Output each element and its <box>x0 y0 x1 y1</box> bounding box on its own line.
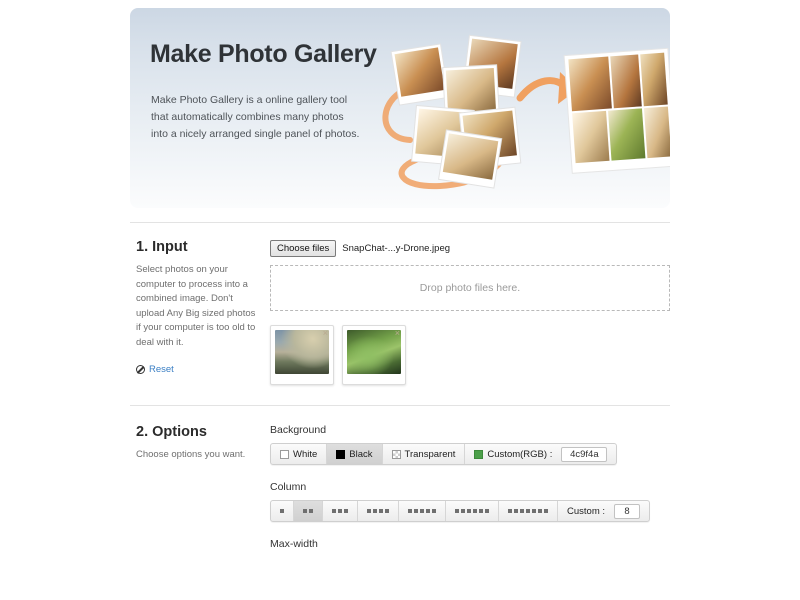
background-button-group: White Black Transparent Custom(RGB): 4c… <box>270 443 618 465</box>
background-option-white[interactable]: White <box>271 444 328 464</box>
background-option-white-label: White <box>293 448 318 460</box>
drop-zone[interactable]: Drop photo files here. <box>270 265 670 311</box>
column-option-7[interactable] <box>499 501 558 521</box>
drop-zone-text: Drop photo files here. <box>419 282 521 294</box>
column-option-3[interactable] <box>323 501 358 521</box>
column-option-2[interactable] <box>294 501 323 521</box>
background-option-custom[interactable]: Custom(RGB) : <box>465 444 616 464</box>
thumbnail-image <box>275 330 329 374</box>
reset-label: Reset <box>149 364 174 375</box>
column-option-custom[interactable]: Custom : <box>558 501 649 521</box>
column-option-5[interactable] <box>399 501 446 521</box>
black-swatch-icon <box>336 449 346 459</box>
transparent-swatch-icon <box>391 449 401 459</box>
green-swatch-icon <box>474 449 484 459</box>
column-custom-label: Custom : <box>567 505 606 517</box>
background-option-block: Background White Black Transparent Custo… <box>270 424 670 465</box>
choose-files-button[interactable]: Choose files <box>270 239 337 257</box>
background-option-black-label: Black <box>349 448 373 460</box>
no-entry-icon <box>136 365 145 374</box>
background-custom-label: Custom(RGB) : <box>487 448 553 460</box>
remove-thumbnail-icon[interactable]: × <box>395 329 400 338</box>
column-dots-2 <box>303 509 313 513</box>
page-root: Make Photo Gallery Make Photo Gallery is… <box>0 0 800 600</box>
background-option-transparent-label: Transparent <box>404 448 456 460</box>
thumbnail-item[interactable]: × <box>342 325 406 385</box>
options-section-title: 2. Options <box>136 424 207 440</box>
content-container: Make Photo Gallery Make Photo Gallery is… <box>130 0 670 557</box>
column-option-4[interactable] <box>358 501 399 521</box>
options-section-left: 2. Options Choose options you want. <box>136 424 261 463</box>
white-swatch-icon <box>280 449 289 459</box>
banner-illustration <box>370 20 670 190</box>
input-section: 1. Input Select photos on your computer … <box>130 223 670 385</box>
background-label: Background <box>270 424 327 436</box>
banner-description: Make Photo Gallery is a online gallery t… <box>151 94 360 140</box>
remove-thumbnail-icon[interactable]: × <box>323 329 328 338</box>
column-option-6[interactable] <box>446 501 499 521</box>
background-custom-rgb-input[interactable] <box>561 446 608 462</box>
column-option-block: Column Custom: 8 <box>270 481 670 522</box>
gallery-illustration-svg <box>382 34 670 190</box>
file-input-row: Choose files SnapChat-...y-Drone.jpeg <box>270 239 670 257</box>
column-dots-5 <box>408 509 436 513</box>
input-section-title: 1. Input <box>136 239 188 255</box>
column-dots-4 <box>367 509 389 513</box>
reset-link[interactable]: Reset <box>136 364 174 375</box>
options-section-right: Background White Black Transparent Custo… <box>270 424 670 550</box>
options-section-description: Choose options you want. <box>136 449 246 460</box>
column-option-1[interactable] <box>271 501 294 521</box>
background-option-transparent[interactable]: Transparent <box>383 444 466 464</box>
page-title: Make Photo Gallery <box>150 40 377 68</box>
options-section: 2. Options Choose options you want. Back… <box>130 406 670 550</box>
thumbnail-list: × × <box>270 325 670 385</box>
column-button-group: Custom : <box>270 500 651 522</box>
selected-file-name: SnapChat-...y-Drone.jpeg <box>342 242 451 254</box>
maxwidth-label: Max-width <box>270 538 318 550</box>
column-custom-input[interactable] <box>614 503 641 519</box>
input-section-description: Select photos on your computer to proces… <box>136 264 256 348</box>
column-label: Column <box>270 481 307 493</box>
hero-banner: Make Photo Gallery Make Photo Gallery is… <box>130 8 670 208</box>
background-option-black[interactable]: Black <box>327 444 383 464</box>
column-dots-3 <box>332 509 348 513</box>
thumbnail-item[interactable]: × <box>270 325 334 385</box>
column-dots-1 <box>280 509 284 513</box>
input-section-left: 1. Input Select photos on your computer … <box>136 239 261 379</box>
input-section-right: Choose files SnapChat-...y-Drone.jpeg Dr… <box>270 239 670 385</box>
column-dots-7 <box>508 509 548 513</box>
column-dots-6 <box>455 509 489 513</box>
thumbnail-image <box>347 330 401 374</box>
